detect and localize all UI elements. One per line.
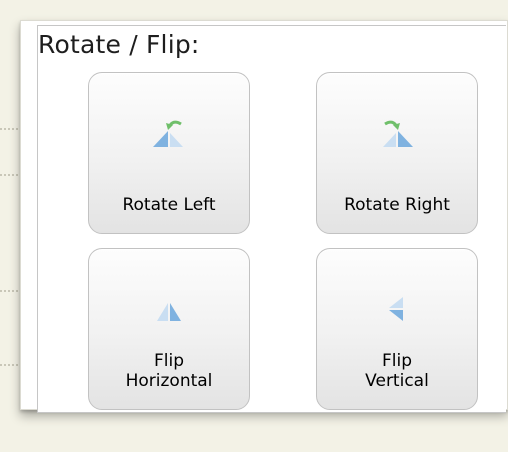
flip-horizontal-button[interactable]: Flip Horizontal (88, 248, 250, 410)
flip-horizontal-label: Flip Horizontal (125, 351, 213, 391)
rotate-flip-title: Rotate / Flip: (38, 30, 200, 59)
rotate-left-icon (149, 113, 189, 153)
dotted-guide-line (0, 174, 22, 176)
rotate-left-button[interactable]: Rotate Left (88, 72, 250, 234)
rotate-right-icon (377, 113, 417, 153)
dotted-guide-line (0, 128, 22, 130)
rotate-right-label: Rotate Right (344, 195, 450, 215)
flip-vertical-icon (377, 289, 417, 329)
dotted-guide-line (0, 290, 22, 292)
flip-horizontal-icon (149, 289, 189, 329)
rotate-right-button[interactable]: Rotate Right (316, 72, 478, 234)
rotate-left-label: Rotate Left (122, 195, 216, 215)
flip-vertical-button[interactable]: Flip Vertical (316, 248, 478, 410)
flip-vertical-label: Flip Vertical (365, 351, 429, 391)
dotted-guide-line (0, 364, 22, 366)
